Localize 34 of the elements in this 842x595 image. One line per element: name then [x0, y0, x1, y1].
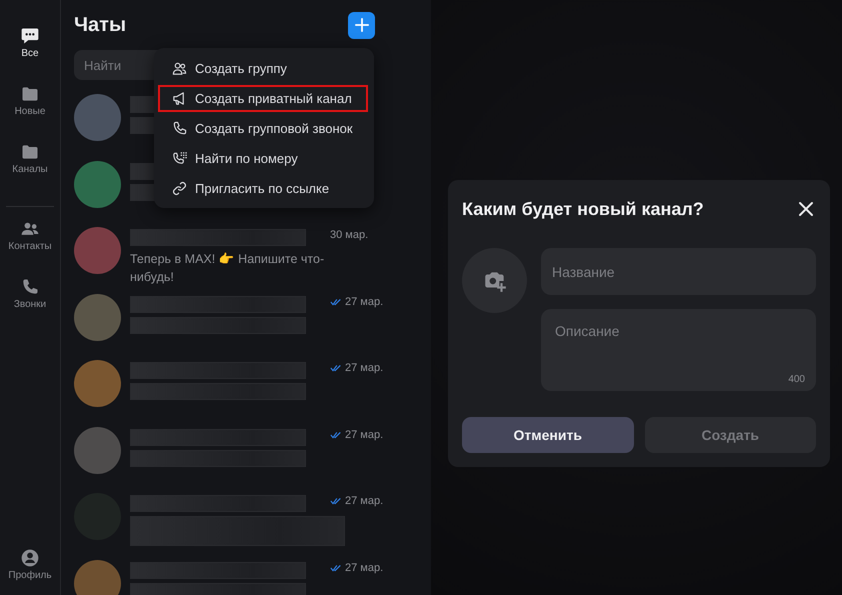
chats-title: Чаты — [74, 14, 126, 36]
character-counter: 400 — [788, 374, 805, 385]
chat-date: 30 мар. — [330, 229, 368, 241]
new-chat-button[interactable] — [348, 12, 375, 38]
profile-icon — [20, 548, 40, 568]
menu-item[interactable]: Пригласить по ссылке — [158, 174, 368, 202]
link-icon — [172, 180, 187, 196]
dialog-title: Каким будет новый канал? — [462, 198, 704, 220]
message-preview: Теперь в MAX! 👉 Напишите что-нибудь! — [130, 251, 326, 286]
chat-bubble-icon — [20, 26, 40, 46]
sidebar-item[interactable]: Контакты — [8, 215, 52, 256]
chat-date: 27 мар. — [345, 562, 384, 574]
sidebar-item[interactable]: Каналы — [12, 138, 48, 179]
menu-item[interactable]: Найти по номеру — [158, 144, 368, 172]
chat-date: 27 мар. — [345, 362, 384, 374]
sidebar-item[interactable]: Новые — [14, 80, 46, 121]
cancel-button[interactable]: Отменить — [462, 417, 634, 453]
people-icon — [172, 60, 187, 76]
close-icon — [798, 201, 814, 217]
menu-item[interactable]: Создать групповой звонок — [158, 114, 368, 142]
megaphone-icon — [172, 90, 187, 106]
phone-dialpad-icon — [172, 150, 187, 166]
profile-button[interactable]: Профиль — [8, 544, 52, 585]
sidebar-item[interactable]: Звонки — [14, 273, 46, 314]
chat-date: 27 мар. — [345, 495, 384, 507]
chat-date: 27 мар. — [345, 428, 384, 440]
plus-icon — [354, 18, 368, 32]
phone-icon — [172, 120, 187, 136]
name-field[interactable]: Название — [541, 248, 816, 295]
close-button[interactable] — [796, 199, 816, 219]
menu-item[interactable]: Создать группу — [158, 54, 368, 82]
sidebar-item[interactable]: Все — [20, 22, 40, 63]
chat-date: 27 мар. — [345, 296, 384, 308]
menu-item[interactable]: Создать приватный канал — [158, 84, 368, 112]
